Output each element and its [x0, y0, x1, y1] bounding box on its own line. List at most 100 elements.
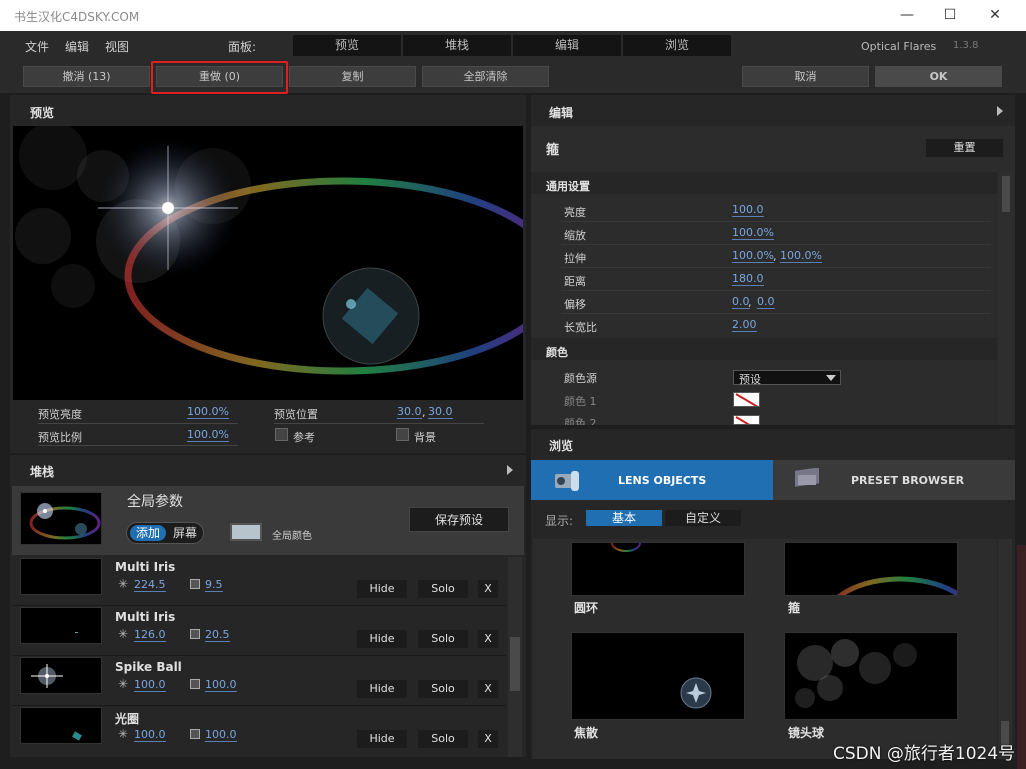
blend-screen-option[interactable]: 屏幕	[169, 525, 201, 541]
window-titlebar: 书生汉化C4DSKY.COM — ☐ ✕	[0, 0, 1026, 31]
param-value[interactable]: 2.00	[732, 319, 757, 332]
solo-button[interactable]: Solo	[418, 680, 468, 698]
layer-brightness[interactable]: 224.5	[134, 579, 166, 592]
watermark: CSDN @旅行者1024号	[833, 744, 1016, 764]
copy-button[interactable]: 复制	[289, 66, 416, 87]
layer-row[interactable]: Multi Iris ✳ 224.5 9.5 Hide Solo X	[12, 556, 506, 606]
edit-scrollbar[interactable]	[999, 172, 1013, 425]
browser-item-thumbnail[interactable]	[784, 542, 958, 596]
delete-layer-button[interactable]: X	[478, 680, 498, 698]
panel-expand-arrow-icon[interactable]	[507, 465, 513, 475]
cancel-button[interactable]: 取消	[742, 66, 869, 87]
stack-panel: 堆栈 全局参数 添加 屏幕 全局颜色 保存预设 Multi Iris ✳ 224…	[10, 455, 526, 757]
hide-button[interactable]: Hide	[357, 730, 407, 748]
maximize-button[interactable]: ☐	[935, 4, 965, 26]
panel-expand-arrow-icon[interactable]	[997, 106, 1003, 116]
tab-preview[interactable]: 预览	[293, 35, 401, 56]
color2-swatch[interactable]	[733, 415, 760, 425]
filter-basic-button[interactable]: 基本	[586, 510, 662, 526]
delete-layer-button[interactable]: X	[478, 730, 498, 748]
browser-title: 浏览	[549, 439, 574, 453]
background-checkbox[interactable]	[396, 428, 409, 441]
ok-button[interactable]: OK	[875, 66, 1002, 87]
layer-scale[interactable]: 100.0	[205, 679, 237, 692]
edit-object-name: 箍	[546, 143, 560, 158]
scale-icon	[190, 679, 200, 689]
global-color-swatch[interactable]	[230, 523, 262, 541]
layer-brightness[interactable]: 100.0	[134, 679, 166, 692]
layer-scale[interactable]: 100.0	[205, 729, 237, 742]
layer-brightness[interactable]: 100.0	[134, 729, 166, 742]
menu-view[interactable]: 视图	[105, 38, 129, 55]
tab-stack[interactable]: 堆栈	[403, 35, 511, 56]
menu-edit[interactable]: 编辑	[65, 38, 89, 55]
divider	[38, 423, 238, 424]
lens-objects-icon	[555, 471, 579, 491]
stack-scrollbar[interactable]	[508, 557, 522, 757]
clear-all-button[interactable]: 全部清除	[422, 66, 549, 87]
preview-position-y[interactable]: 30.0	[428, 406, 453, 419]
save-preset-button[interactable]: 保存预设	[409, 507, 509, 532]
background-label: 背景	[414, 431, 436, 444]
preview-scale-label: 预览比例	[38, 431, 82, 444]
tab-edit[interactable]: 编辑	[513, 35, 621, 56]
divider	[561, 267, 991, 268]
close-button[interactable]: ✕	[980, 4, 1010, 26]
param-value[interactable]: 100.0	[732, 204, 764, 217]
param-label: 拉伸	[564, 252, 586, 265]
reset-button[interactable]: 重置	[926, 139, 1003, 157]
browser-item-thumbnail[interactable]	[784, 632, 958, 720]
hide-button[interactable]: Hide	[357, 680, 407, 698]
preset-browser-tab[interactable]: PRESET BROWSER	[773, 460, 1015, 500]
delete-layer-button[interactable]: X	[478, 580, 498, 598]
tab-browse[interactable]: 浏览	[623, 35, 731, 56]
param-value-2[interactable]: 100.0%	[780, 250, 822, 263]
scale-icon	[190, 629, 200, 639]
preview-brightness-value[interactable]: 100.0%	[187, 406, 229, 419]
layer-scale[interactable]: 9.5	[205, 579, 223, 592]
browser-item-thumbnail[interactable]	[571, 542, 745, 596]
highlight-box	[151, 61, 288, 94]
param-value[interactable]: 180.0	[732, 273, 764, 286]
layer-scale[interactable]: 20.5	[205, 629, 230, 642]
color-source-dropdown[interactable]: 预设	[733, 370, 841, 386]
color-section-title: 颜色	[546, 346, 568, 359]
solo-button[interactable]: Solo	[418, 580, 468, 598]
brightness-icon: ✳	[118, 727, 129, 741]
browser-item-label: 箍	[788, 601, 801, 615]
undo-button[interactable]: 撤消 (13)	[23, 66, 150, 87]
hide-button[interactable]: Hide	[357, 630, 407, 648]
filter-custom-button[interactable]: 自定义	[665, 510, 741, 526]
param-value[interactable]: 0.0	[732, 296, 750, 309]
minimize-button[interactable]: —	[892, 4, 922, 26]
color-source-value: 预设	[739, 373, 761, 386]
hide-button[interactable]: Hide	[357, 580, 407, 598]
layer-row[interactable]: Spike Ball ✳ 100.0 100.0 Hide Solo X	[12, 656, 506, 706]
param-label: 缩放	[564, 229, 586, 242]
general-section-title: 通用设置	[546, 180, 590, 193]
layer-row[interactable]: Multi Iris ✳ 126.0 20.5 Hide Solo X	[12, 606, 506, 656]
layer-brightness[interactable]: 126.0	[134, 629, 166, 642]
divider	[274, 423, 484, 424]
blend-mode-toggle[interactable]: 添加 屏幕	[126, 522, 204, 544]
background-app-strip	[1017, 545, 1026, 769]
solo-button[interactable]: Solo	[418, 730, 468, 748]
param-value-2[interactable]: 0.0	[757, 296, 775, 309]
blend-add-option[interactable]: 添加	[130, 525, 166, 541]
solo-button[interactable]: Solo	[418, 630, 468, 648]
preview-scale-value[interactable]: 100.0%	[187, 429, 229, 442]
layer-row[interactable]: 光圈 ✳ 100.0 100.0 Hide Solo X	[12, 706, 506, 756]
lens-objects-tab[interactable]: LENS OBJECTS	[531, 460, 773, 500]
preview-viewport[interactable]	[13, 126, 523, 400]
lens-flare-render	[15, 126, 523, 375]
param-value[interactable]: 100.0%	[732, 250, 774, 263]
delete-layer-button[interactable]: X	[478, 630, 498, 648]
browser-item-thumbnail[interactable]	[571, 632, 745, 720]
param-value[interactable]: 100.0%	[732, 227, 774, 240]
param-label: 偏移	[564, 298, 586, 311]
color1-swatch[interactable]	[733, 392, 760, 407]
reference-checkbox[interactable]	[275, 428, 288, 441]
menu-file[interactable]: 文件	[25, 38, 49, 55]
preview-position-x[interactable]: 30.0	[397, 406, 422, 419]
browser-scrollbar[interactable]	[998, 539, 1012, 759]
